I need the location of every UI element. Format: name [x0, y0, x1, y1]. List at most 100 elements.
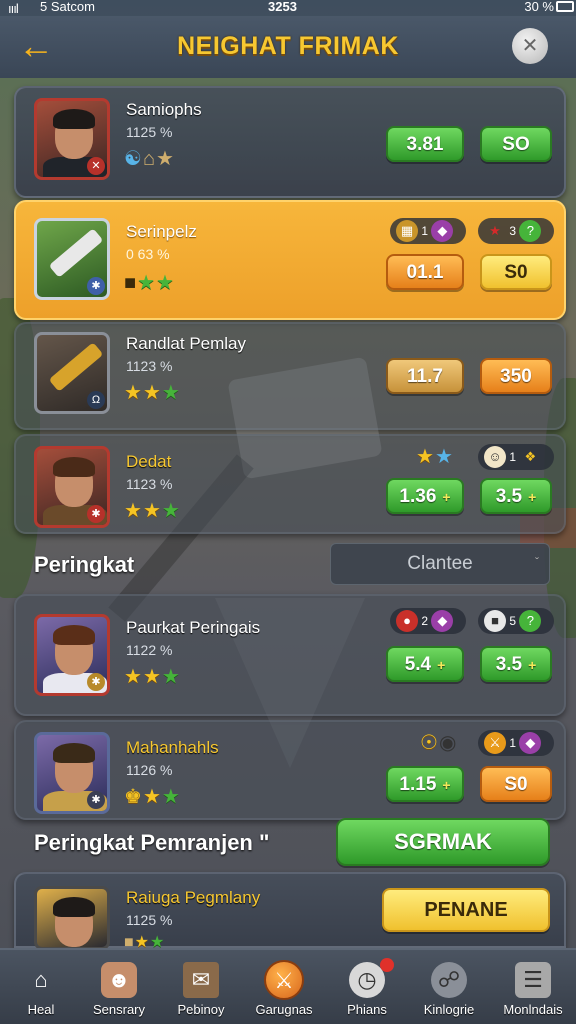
player-card[interactable]: ✱ Dedat 1123 % ★★★ ★★ ☺ 1 ❖ 1.36 + 3.5 + [14, 434, 566, 534]
player-percent: 1122 % [126, 642, 173, 658]
home-icon: ⌂ [34, 967, 48, 992]
trophy-icon: ♚ [124, 786, 143, 808]
chevron-down-icon: ˇ [535, 555, 539, 569]
resource-chip: ★ 3 ? [478, 218, 554, 244]
top-header: ← NEIGHAT FRIMAK ✕ [0, 16, 576, 78]
plus-icon: + [437, 657, 446, 673]
omega-badge-icon: Ω [87, 391, 105, 409]
player-card[interactable]: ✕ Samiophs 1125 % ☯⌂★ 3.81 SO [14, 86, 566, 198]
rank-badge-icon: ✕ [87, 157, 105, 175]
nav-item-pebinoy[interactable]: ✉ Pebinoy [160, 950, 242, 1024]
plus-icon: + [442, 777, 451, 793]
plus-icon: + [528, 489, 537, 505]
status-bar: ıııl 5 Satcom 3253 30 % [0, 0, 576, 16]
chest-icon: ▦ [396, 219, 418, 242]
nav-item-kinlogrie[interactable]: ☍ Kinlogrie [408, 950, 490, 1024]
bottom-nav: ⌂ Heal ☻ Sensrary ✉ Pebinoy ⚔ Garugnas ◷… [0, 948, 576, 1024]
player-card-selected[interactable]: ✱ Serinpelz 0 63 % ■★★ ▦ 1 ◆ ★ 3 ? 01.1 … [14, 200, 566, 320]
avatar: ✱ [34, 446, 110, 528]
swirl-icon: ☯ [124, 148, 143, 170]
rating-stars: ■★★ [124, 270, 175, 295]
close-icon[interactable]: ✕ [512, 28, 548, 64]
avatar: ✱ [34, 732, 110, 814]
score-button[interactable]: 01.1 [386, 254, 464, 290]
star-icon: ★ [142, 500, 162, 522]
player-card[interactable]: Raiuga Pegmlany 1125 % ■★★ PENANE [14, 872, 566, 951]
profile-icon: ☻ [101, 962, 137, 998]
nav-item-monlndais[interactable]: ☰ Monlndais [492, 950, 574, 1024]
player-name: Dedat [126, 452, 172, 471]
player-card[interactable]: ✱ Paurkat Peringais 1122 % ★★★ ● 2 ◆ ■ 5… [14, 594, 566, 716]
nav-item-phians[interactable]: ◷ Phians [326, 950, 408, 1024]
nav-item-heal[interactable]: ⌂ Heal [0, 950, 82, 1024]
hammer-icon [48, 342, 104, 392]
avatar: ✱ [34, 614, 110, 696]
snow-badge-icon: ✱ [87, 277, 105, 295]
action-button[interactable]: PENANE [382, 888, 550, 932]
value-button[interactable]: S0 [480, 254, 552, 290]
signal-icon: ıııl [8, 1, 19, 16]
fire-icon: ● [396, 609, 418, 632]
battery-label: 30 % [524, 0, 554, 14]
value-button[interactable]: S0 [480, 766, 552, 802]
score-button[interactable]: 3.81 [386, 126, 464, 162]
clock: 3253 [268, 0, 297, 14]
value-button[interactable]: 350 [480, 358, 552, 394]
player-name: Serinpelz [126, 222, 197, 241]
player-card[interactable]: ✱ Mahanhahls 1126 % ♚★★ ☉◉ ⚔ 1 ◆ 1.15 + S… [14, 720, 566, 820]
rating-stars: ★★★ [124, 498, 181, 523]
star-icon: ★ [161, 666, 181, 688]
rating-stars: ★★★ [124, 664, 181, 689]
avatar: ✱ [34, 218, 110, 300]
key-icon: ☉ [420, 732, 439, 754]
player-name: Randlat Pemlay [126, 334, 247, 353]
player-percent: 1123 % [126, 358, 173, 374]
plus-icon: + [528, 657, 537, 673]
resource-chip: ▦ 1 ◆ [390, 218, 466, 244]
crossed-tools-icon: ⚔ [264, 960, 304, 1000]
mail-icon: ✉ [183, 962, 219, 998]
value-button[interactable]: SO [480, 126, 552, 162]
score-button[interactable]: 5.4 + [386, 646, 464, 682]
resource-chip: ☺ 1 ❖ [478, 444, 554, 470]
bonus-icons: ★★ [416, 444, 454, 469]
player-percent: 1126 % [126, 762, 173, 778]
star-icon: ★ [142, 786, 162, 808]
star-icon: ★ [142, 666, 162, 688]
value-button[interactable]: 3.5 + [480, 646, 552, 682]
filter-dropdown[interactable]: Clantee ˇ [330, 543, 550, 585]
star-icon: ★ [124, 500, 143, 522]
box-icon: ■ [484, 609, 506, 632]
player-percent: 1125 % [126, 124, 173, 140]
player-name: Samiophs [126, 100, 202, 119]
star-icon: ★ [416, 446, 435, 468]
star-icon: ★ [137, 272, 157, 294]
score-button[interactable]: 11.7 [386, 358, 464, 394]
bonus-icons: ☉◉ [420, 730, 457, 755]
player-card[interactable]: Ω Randlat Pemlay 1123 % ★★★ 11.7 350 [14, 322, 566, 430]
menu-icon: ☰ [515, 962, 551, 998]
page-title: NEIGHAT FRIMAK [177, 32, 399, 60]
nav-item-garugnas[interactable]: ⚔ Garugnas [243, 950, 325, 1024]
star-icon: ★ [124, 382, 143, 404]
player-percent: 0 63 % [126, 246, 170, 262]
avatar: Ω [34, 332, 110, 414]
resource-chip: ⚔ 1 ◆ [478, 730, 554, 756]
house-icon: ⌂ [142, 148, 157, 170]
value-button[interactable]: 3.5 + [480, 478, 552, 514]
player-name: Mahanhahls [126, 738, 219, 757]
battery-icon [556, 1, 574, 12]
star-icon: ★ [156, 148, 175, 170]
player-name: Paurkat Peringais [126, 618, 261, 637]
score-button[interactable]: 1.15 + [386, 766, 464, 802]
globe-icon: ☍ [431, 962, 467, 998]
confirm-button[interactable]: SGRMAK [336, 818, 550, 866]
star-icon: ★ [434, 446, 454, 468]
shield-icon: ◉ [438, 732, 458, 754]
notification-dot [380, 958, 394, 972]
resource-chip: ● 2 ◆ [390, 608, 466, 634]
star-icon: ★ [161, 786, 181, 808]
nav-item-sensrary[interactable]: ☻ Sensrary [78, 950, 160, 1024]
rank-badge-icon: ✱ [87, 791, 105, 809]
score-button[interactable]: 1.36 + [386, 478, 464, 514]
